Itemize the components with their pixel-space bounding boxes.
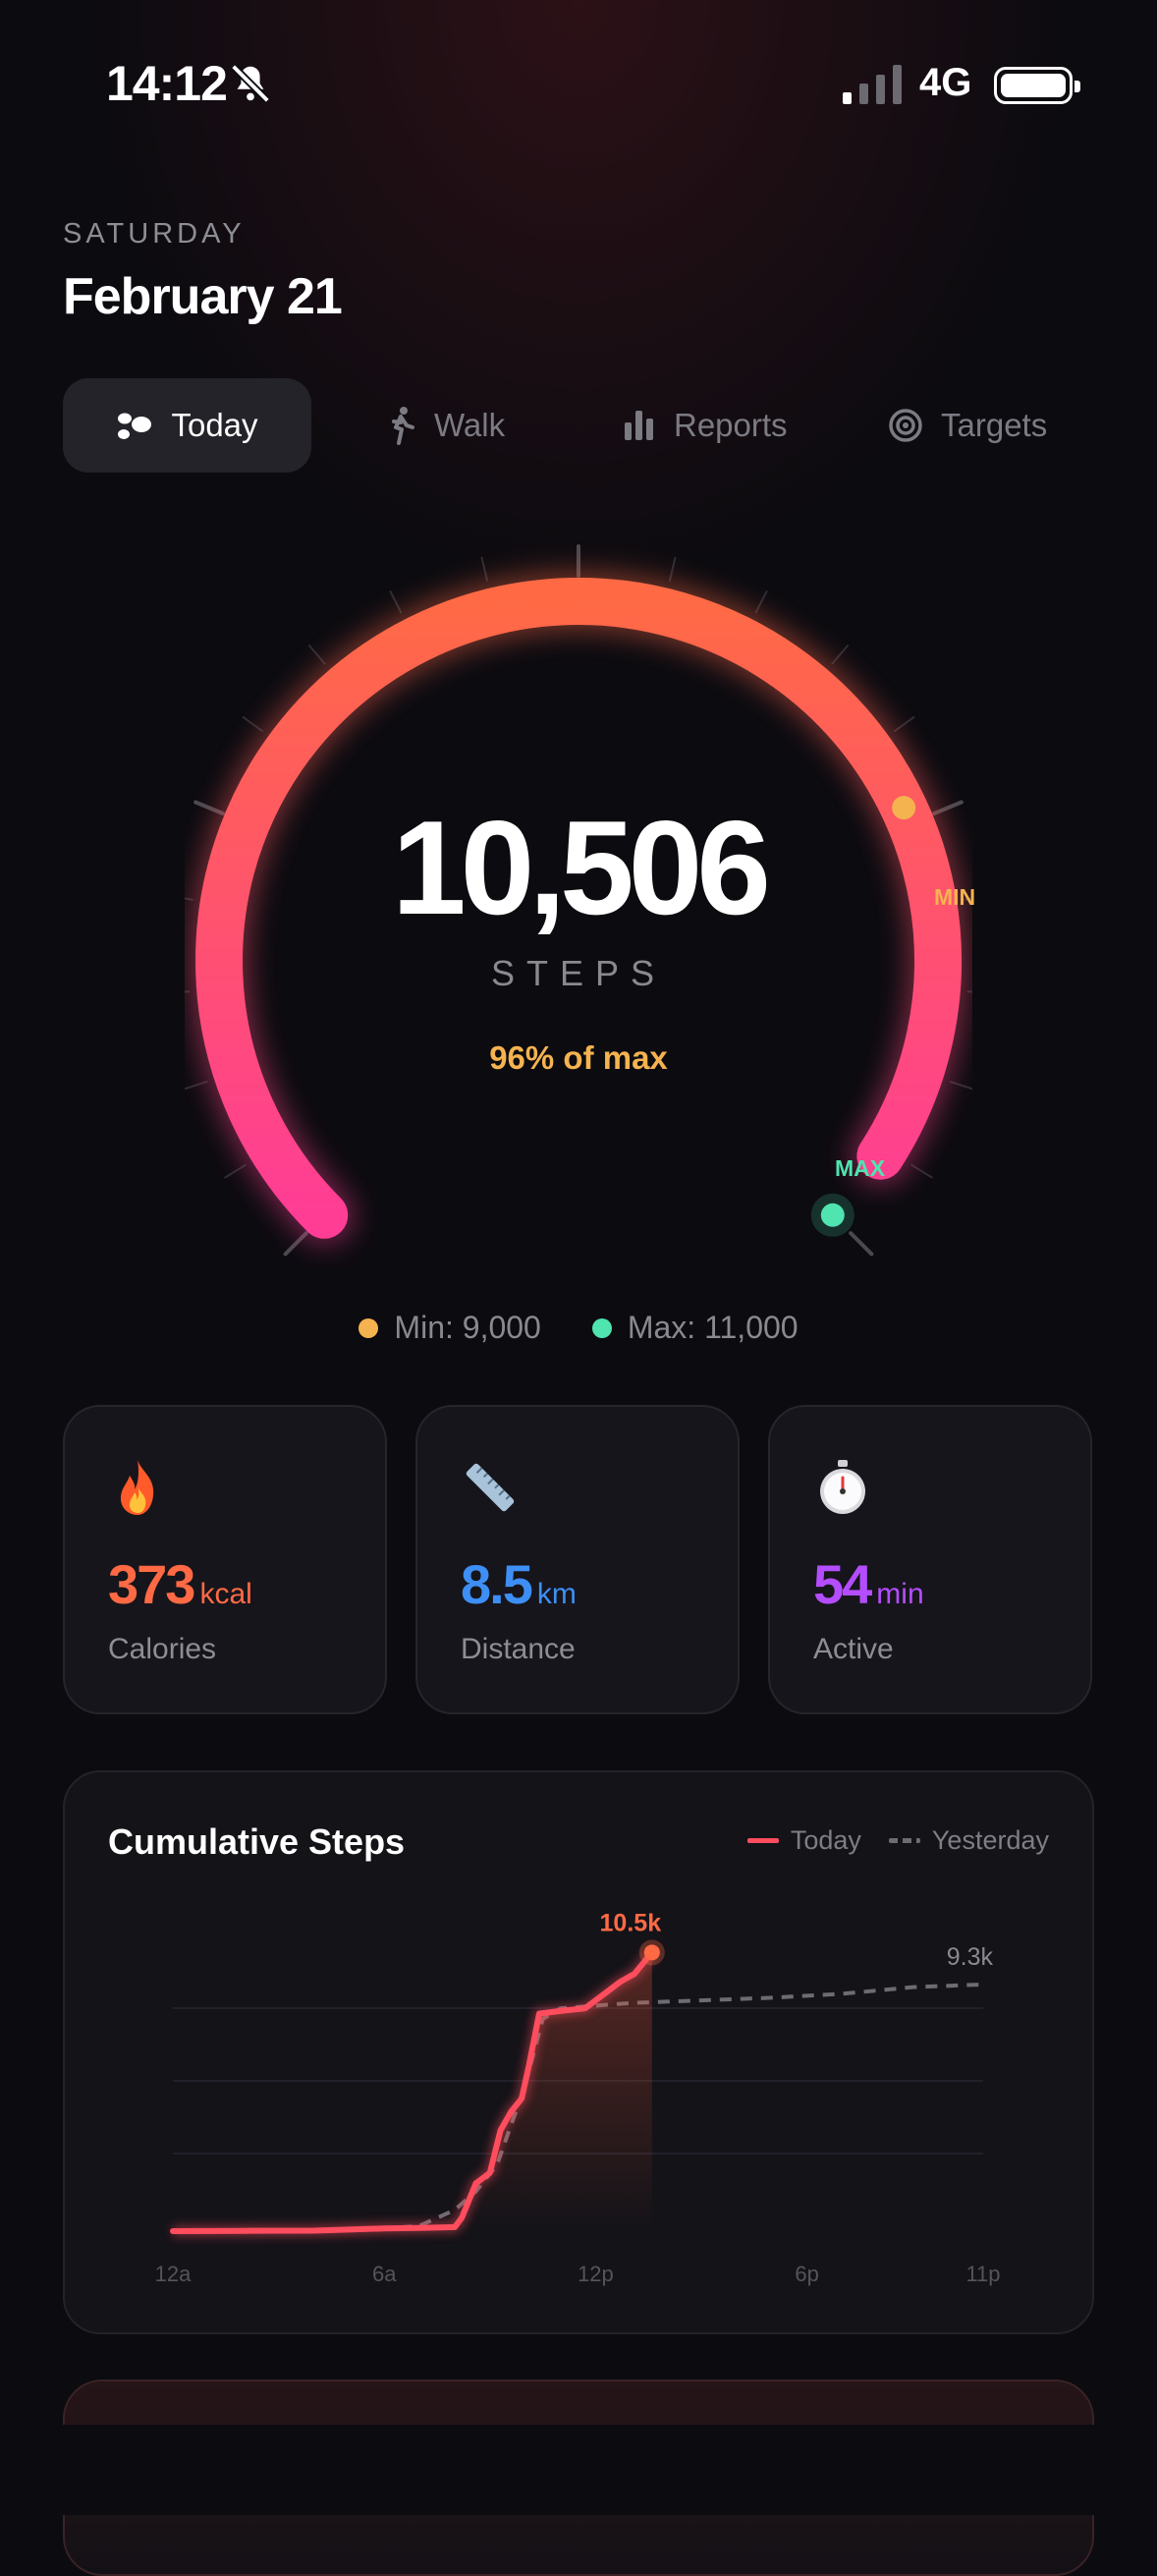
- gauge-tick: [283, 1231, 308, 1257]
- max-dot-icon: [591, 1317, 612, 1338]
- x-tick-label: 12p: [578, 2262, 614, 2286]
- legend-min-label: Min: 9,000: [394, 1310, 541, 1345]
- distance-card[interactable]: 8.5 km Distance: [415, 1405, 740, 1714]
- gauge-tick: [910, 1163, 933, 1179]
- tab-label: Walk: [434, 407, 506, 443]
- cumulative-steps-card: Cumulative Steps Today Yesterday 10.5k 9.…: [63, 1770, 1094, 2334]
- today-end-point: [643, 1944, 660, 1961]
- legend-max: Max: 11,000: [591, 1310, 799, 1346]
- day-of-week: SATURDAY: [63, 218, 246, 250]
- status-bar: 14:12 4G: [0, 0, 1157, 157]
- tab-bar: Today Walk Reports Targets: [63, 378, 1094, 473]
- gauge-tick: [185, 1080, 208, 1091]
- tab-targets[interactable]: Targets: [888, 378, 1047, 473]
- max-marker-dot: [820, 1203, 845, 1227]
- gauge-tick: [754, 589, 768, 614]
- steps-count: 10,506: [392, 793, 771, 942]
- active-value: 54 min: [813, 1553, 924, 1615]
- tab-label: Targets: [941, 407, 1048, 443]
- distance-label: Distance: [461, 1633, 576, 1665]
- distance-value: 8.5 km: [461, 1553, 577, 1615]
- gauge-legend: Min: 9,000 Max: 11,000: [0, 1310, 1157, 1346]
- bottom-fade: [0, 2425, 1157, 2515]
- series-today-area: [173, 1952, 652, 2231]
- legend-max-label: Max: 11,000: [627, 1310, 799, 1345]
- gauge-tick: [949, 1080, 972, 1091]
- gauge-tick: [224, 1163, 247, 1179]
- gauge-tick: [831, 644, 850, 665]
- x-tick-label: 6a: [372, 2262, 397, 2286]
- tab-walk[interactable]: Walk: [387, 378, 505, 473]
- percent-of-max: 96% of max: [489, 1039, 668, 1076]
- cellular-signal-icon: [843, 65, 902, 104]
- max-tag: MAX: [835, 1155, 886, 1181]
- legend-min: Min: 9,000: [358, 1310, 541, 1346]
- x-tick-label: 6p: [795, 2262, 818, 2286]
- yesterday-end-label: 9.3k: [947, 1943, 994, 1971]
- fire-icon: [120, 1460, 154, 1515]
- gauge-tick: [307, 644, 326, 665]
- status-time: 14:12: [106, 56, 228, 111]
- calories-card[interactable]: 373 kcal Calories: [63, 1405, 387, 1714]
- target-icon: [889, 409, 922, 442]
- today-end-label: 10.5k: [600, 1909, 662, 1936]
- battery-icon: [994, 67, 1080, 104]
- stopwatch-icon: [820, 1460, 865, 1514]
- walking-icon: [392, 407, 414, 445]
- active-card[interactable]: 54 min Active: [768, 1405, 1092, 1714]
- min-dot-icon: [358, 1317, 379, 1338]
- gauge-tick: [242, 715, 264, 733]
- bar-chart-icon: [625, 411, 653, 440]
- network-type: 4G: [919, 61, 972, 104]
- tab-label: Reports: [674, 407, 788, 443]
- gauge-tick: [480, 556, 489, 582]
- calories-value: 373 kcal: [108, 1553, 252, 1615]
- footprints-icon: [118, 413, 152, 439]
- x-tick-label: 12a: [155, 2262, 192, 2286]
- steps-label: STEPS: [490, 953, 667, 993]
- gauge-tick: [893, 715, 915, 733]
- tab-today[interactable]: Today: [63, 378, 311, 473]
- tab-label: Today: [171, 407, 258, 443]
- ruler-icon: [466, 1463, 515, 1512]
- x-tick-label: 11p: [965, 2262, 1000, 2286]
- active-label: Active: [813, 1633, 894, 1665]
- gauge-tick: [389, 589, 403, 614]
- gauge-tick: [668, 556, 677, 582]
- calories-label: Calories: [108, 1633, 217, 1665]
- cumulative-steps-chart: 10.5k 9.3k 12a 6a 12p 6p 11p: [155, 1909, 1001, 2286]
- gauge-tick: [849, 1231, 874, 1257]
- tab-reports[interactable]: Reports: [623, 378, 788, 473]
- bell-slash-icon: [231, 64, 270, 103]
- page-title: February 21: [63, 268, 343, 325]
